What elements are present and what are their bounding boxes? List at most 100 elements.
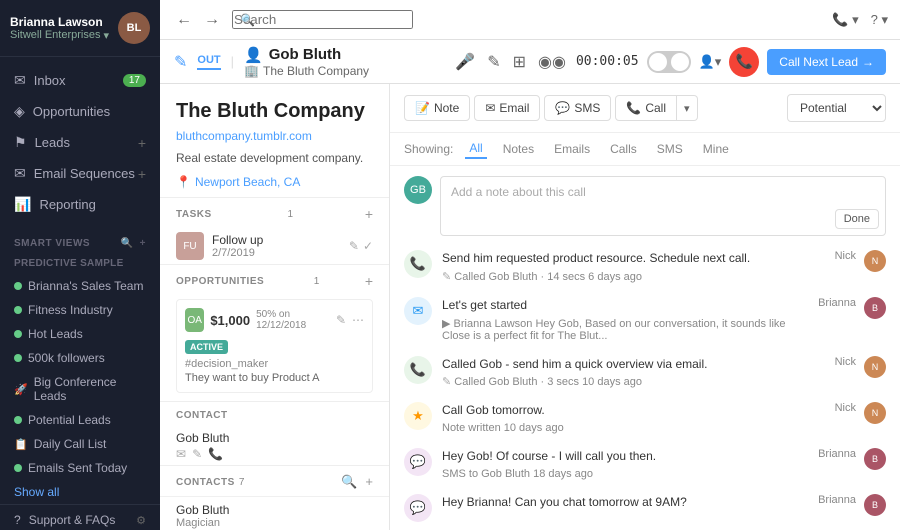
contacts-search-icon[interactable]: 🔍 xyxy=(341,474,357,490)
right-panel: 📝 Note ✉ Email 💬 SMS 📞 Call ▾ xyxy=(390,84,900,530)
contact-section-header: CONTACT xyxy=(160,401,389,427)
edit-icon[interactable]: ✎ xyxy=(174,52,187,72)
status-select[interactable]: Potential Active Bad Timing Lost xyxy=(787,94,886,122)
email-sequences-add-icon: + xyxy=(138,166,146,182)
activity-author: Nick xyxy=(835,402,856,414)
contact-note-icon[interactable]: ✎ xyxy=(192,447,202,461)
note-activity-icon: ★ xyxy=(404,402,432,430)
sidebar-item-reporting[interactable]: 📊 Reporting xyxy=(0,189,160,220)
company-name: The Bluth Company xyxy=(176,100,373,123)
show-all-link[interactable]: Show all xyxy=(0,480,160,504)
task-complete-icon[interactable]: ✓ xyxy=(363,239,373,253)
contacts-count: 7 xyxy=(239,477,245,488)
note-done-button[interactable]: Done xyxy=(835,209,879,229)
smart-views-search-icon[interactable]: 🔍 xyxy=(121,238,134,249)
email-button[interactable]: ✉ Email xyxy=(474,95,540,121)
smart-view-briannas-sales[interactable]: Brianna's Sales Team xyxy=(0,274,160,298)
sidebar-item-leads[interactable]: ⚑ Leads + xyxy=(0,127,160,158)
filter-tab-sms[interactable]: SMS xyxy=(653,140,687,158)
action-bar: 📝 Note ✉ Email 💬 SMS 📞 Call ▾ xyxy=(390,84,900,133)
smart-view-big-conference[interactable]: 🚀 Big Conference Leads xyxy=(0,370,160,408)
filter-tab-emails[interactable]: Emails xyxy=(550,140,594,158)
filter-tab-mine[interactable]: Mine xyxy=(699,140,733,158)
sidebar-item-email-sequences[interactable]: ✉ Email Sequences + xyxy=(0,158,160,189)
smart-view-emails-sent-today[interactable]: Emails Sent Today xyxy=(0,456,160,480)
contact-phone-icon[interactable]: 📞 xyxy=(208,447,223,461)
smart-view-predictive-sample: PREDICTIVE SAMPLE xyxy=(0,253,160,274)
activity-item-2: 📞 Called Gob - send him a quick overview… xyxy=(404,356,886,389)
profile-avatar: BL xyxy=(118,12,150,44)
call-button[interactable]: 📞 Call xyxy=(615,95,677,121)
sv-dot xyxy=(14,330,22,338)
smart-views-add-icon[interactable]: + xyxy=(140,238,146,249)
phone-icon[interactable]: 📞 ▾ xyxy=(832,12,858,28)
tasks-add-button[interactable]: + xyxy=(365,206,373,222)
note-avatar: GB xyxy=(404,176,432,204)
help-icon[interactable]: ? ▾ xyxy=(871,12,888,28)
note-button[interactable]: 📝 Note xyxy=(404,95,470,121)
filter-bar: Showing: All Notes Emails Calls SMS Mine xyxy=(390,133,900,166)
smart-view-hot-leads[interactable]: Hot Leads xyxy=(0,322,160,346)
opportunities-count: 1 xyxy=(314,276,320,287)
task-edit-icon[interactable]: ✎ xyxy=(349,239,359,253)
activity-body: Let's get started ▶ Brianna Lawson Hey G… xyxy=(442,297,808,342)
back-button[interactable]: ← xyxy=(172,9,196,31)
grid-button[interactable]: ⊞ xyxy=(511,50,528,74)
sidebar-item-opportunities[interactable]: ◈ Opportunities xyxy=(0,96,160,127)
dial-button[interactable]: ✎ xyxy=(485,50,502,74)
call-next-button[interactable]: Call Next Lead → xyxy=(767,49,886,75)
company-header: The Bluth Company bluthcompany.tumblr.co… xyxy=(160,84,389,197)
activity-meta: Nick N xyxy=(835,356,886,389)
sv-dot xyxy=(14,282,22,290)
opp-amount: $1,000 xyxy=(210,313,250,328)
contact-email-icon[interactable]: ✉ xyxy=(176,447,186,461)
sidebar-navigation: ✉ Inbox 17 ◈ Opportunities ⚑ Leads + ✉ E… xyxy=(0,57,160,228)
opportunities-add-button[interactable]: + xyxy=(365,273,373,289)
call-icon: 📞 xyxy=(626,101,641,115)
filter-tab-calls[interactable]: Calls xyxy=(606,140,641,158)
contacts-add-icon[interactable]: + xyxy=(365,474,373,490)
note-input[interactable]: Add a note about this call Done xyxy=(440,176,886,236)
opportunities-icon: ◈ xyxy=(14,103,25,120)
hangup-button[interactable]: 📞 xyxy=(729,47,759,77)
activity-body: Send him requested product resource. Sch… xyxy=(442,250,825,283)
company-location: 📍 Newport Beach, CA xyxy=(176,175,373,189)
leadbar: ✎ OUT | 👤 Gob Bluth 🏢 The Bluth Company … xyxy=(160,40,900,84)
sms-button[interactable]: 💬 SMS xyxy=(544,95,611,121)
opp-edit-icon[interactable]: ✎ xyxy=(336,313,346,327)
filter-tab-notes[interactable]: Notes xyxy=(499,140,538,158)
company-description: Real estate development company. xyxy=(176,151,373,165)
call-dropdown-button[interactable]: ▾ xyxy=(677,95,698,121)
list-icon: 📋 xyxy=(14,438,28,451)
activity-body: Call Gob tomorrow. Note written 10 days … xyxy=(442,402,825,434)
email-activity-icon: ✉ xyxy=(404,297,432,325)
call-toggle[interactable] xyxy=(647,51,691,73)
forward-button[interactable]: → xyxy=(200,9,224,31)
contacts-actions: 🔍 + xyxy=(341,474,373,490)
activity-body: Hey Gob! Of course - I will call you the… xyxy=(442,448,808,480)
search-input[interactable] xyxy=(232,10,413,29)
edit-sub-icon: ✎ xyxy=(442,271,454,283)
inbox-icon: ✉ xyxy=(14,72,26,89)
sidebar-item-inbox[interactable]: ✉ Inbox 17 xyxy=(0,65,160,96)
main-content: ← → 🔍 📞 ▾ ? ▾ ✎ OUT | 👤 Gob Bluth 🏢 The … xyxy=(160,0,900,530)
activity-user-avatar: B xyxy=(864,448,886,470)
company-website[interactable]: bluthcompany.tumblr.com xyxy=(176,129,373,143)
sv-dot xyxy=(14,416,22,424)
sidebar: Brianna Lawson Sitwell Enterprises ▾ BL … xyxy=(0,0,160,530)
smart-view-potential-leads[interactable]: Potential Leads xyxy=(0,408,160,432)
smart-view-fitness-industry[interactable]: Fitness Industry xyxy=(0,298,160,322)
sidebar-profile: Brianna Lawson Sitwell Enterprises ▾ BL xyxy=(0,0,160,57)
sidebar-item-support[interactable]: ? Support & FAQs ⚙ xyxy=(0,505,160,530)
filter-tab-all[interactable]: All xyxy=(465,139,486,159)
active-badge: ACTIVE xyxy=(185,340,228,354)
mic-button[interactable]: 🎤 xyxy=(453,50,477,74)
activity-sub: ✎ Called Gob Bluth · 3 secs 10 days ago xyxy=(442,375,825,388)
opp-more-icon[interactable]: ⋯ xyxy=(352,313,364,327)
topbar-right-actions: 📞 ▾ ? ▾ xyxy=(832,12,888,28)
recording-button[interactable]: ◉◉ xyxy=(536,50,568,74)
smart-view-500k-followers[interactable]: 500k followers xyxy=(0,346,160,370)
smart-view-daily-call-list[interactable]: 📋 Daily Call List xyxy=(0,432,160,456)
activity-item-1: ✉ Let's get started ▶ Brianna Lawson Hey… xyxy=(404,297,886,342)
activity-user-avatar: N xyxy=(864,402,886,424)
